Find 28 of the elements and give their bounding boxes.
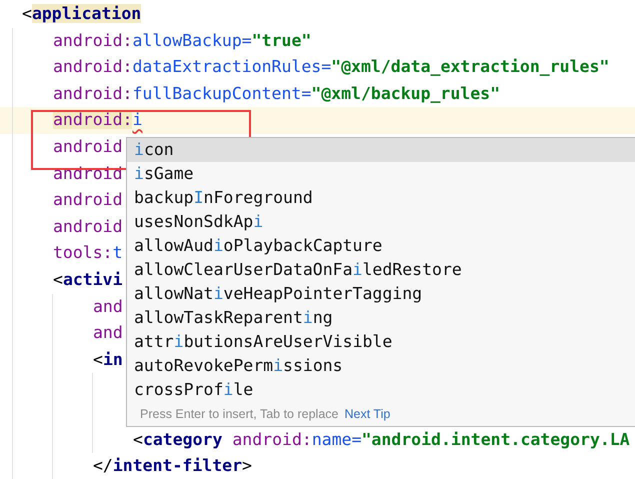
code-line: <activi	[53, 268, 123, 291]
code-line: <application	[22, 3, 142, 25]
code-line: <in	[93, 348, 123, 371]
code-line: and	[93, 296, 123, 318]
code-line: android:allowBackup="true"	[53, 30, 312, 52]
completion-item[interactable]: isGame	[127, 162, 635, 186]
code-line: android:dataExtractionRules="@xml/data_extraction_rules"	[53, 56, 610, 78]
completion-item[interactable]: backupInForeground	[127, 186, 635, 210]
completion-item[interactable]: attributionsAreUserVisible	[127, 330, 635, 354]
completion-item[interactable]: crossProfile	[127, 378, 635, 402]
code-line: android:i	[53, 109, 142, 132]
completion-item[interactable]: autoRevokePermissions	[127, 354, 635, 378]
completion-item[interactable]: allowClearUserDataOnFailedRestore	[127, 258, 635, 282]
completion-item[interactable]: allowNativeHeapPointerTagging	[127, 282, 635, 306]
code-line: and	[93, 322, 123, 344]
next-tip-link[interactable]: Next Tip	[344, 407, 390, 421]
completion-item[interactable]: icon	[127, 138, 635, 162]
completion-item[interactable]: allowTaskReparenting	[127, 306, 635, 330]
code-line: android	[53, 216, 123, 238]
hint-text: Press Enter to insert, Tab to replace	[140, 407, 338, 421]
code-line: android	[53, 136, 123, 158]
code-line: android	[53, 189, 123, 212]
code-line: android:fullBackupContent="@xml/backup_rules"	[53, 82, 500, 105]
code-line: <category android:name="android.intent.category.LA	[133, 428, 630, 451]
completion-item[interactable]: usesNonSdkApi	[127, 210, 635, 234]
code-line: tools:t	[53, 242, 123, 264]
code-line: </intent-filter>	[93, 455, 252, 478]
completion-item[interactable]: allowAudioPlaybackCapture	[127, 234, 635, 258]
